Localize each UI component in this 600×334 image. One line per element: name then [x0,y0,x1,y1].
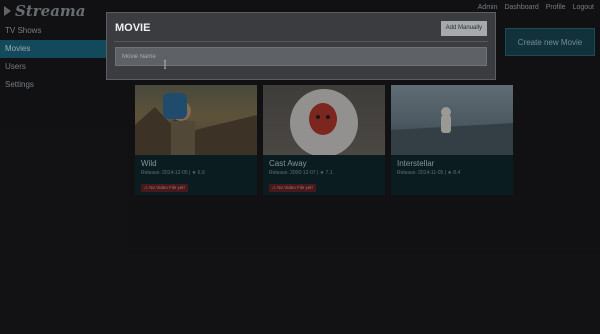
text-cursor-icon [164,60,166,69]
divider [114,41,488,42]
movie-modal: MOVIE Add Manually [106,12,496,80]
modal-title: MOVIE [115,22,151,34]
movie-name-input[interactable] [115,47,487,66]
add-manually-button[interactable]: Add Manually [440,21,487,36]
